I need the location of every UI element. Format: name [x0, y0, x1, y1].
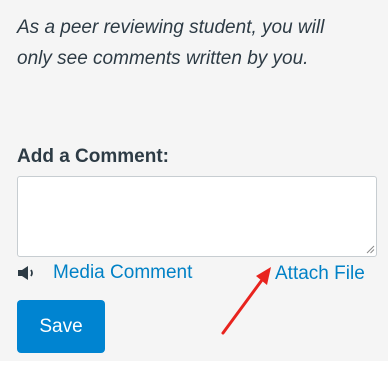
comment-textarea[interactable] [17, 176, 377, 257]
media-comment-link[interactable]: Media Comment [53, 262, 192, 284]
add-comment-label: Add a Comment: [17, 146, 169, 167]
save-button[interactable]: Save [17, 300, 105, 353]
media-comment-row[interactable]: Media Comment [17, 259, 192, 287]
peer-review-notice: As a peer reviewing student, you will on… [17, 12, 377, 74]
resize-grip-icon[interactable] [366, 245, 375, 254]
red-arrow-annotation [221, 267, 271, 335]
notice-line-1: As a peer reviewing student, you will [17, 17, 325, 38]
notice-line-2: only see comments written by you. [17, 48, 309, 69]
comment-panel: As a peer reviewing student, you will on… [0, 0, 388, 361]
speaker-icon [18, 266, 33, 280]
attach-file-link[interactable]: Attach File [275, 263, 365, 285]
